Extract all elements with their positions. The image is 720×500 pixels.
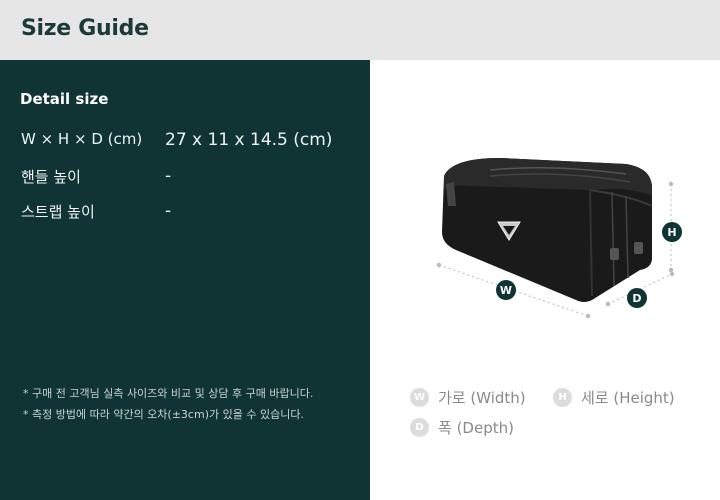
spec-value-handle-height: - xyxy=(165,166,172,186)
pouch-illustration xyxy=(442,158,653,302)
legend-label-height: 세로 (Height) xyxy=(581,389,675,407)
purchase-note: * 구매 전 고객님 실측 사이즈와 비교 및 상담 후 구매 바랍니다. xyxy=(23,387,314,400)
legend-badge-width: W xyxy=(410,388,429,407)
page-title: Size Guide xyxy=(21,16,149,41)
legend-label-depth: 폭 (Depth) xyxy=(438,419,514,437)
detail-size-heading: Detail size xyxy=(20,90,109,108)
detail-panel: Detail size W × H × D (cm) 27 x 11 x 14.… xyxy=(0,60,370,500)
height-badge: H xyxy=(662,222,682,242)
spec-label-strap-height: 스트랩 높이 xyxy=(21,203,95,221)
legend-badge-depth: D xyxy=(410,418,429,437)
legend-label-width: 가로 (Width) xyxy=(438,389,526,407)
width-badge: W xyxy=(496,280,516,300)
diagram-panel: W H D W 가로 (Width) H 세로 (Height) D 폭 (De… xyxy=(370,60,720,500)
depth-badge-label: D xyxy=(632,292,641,305)
depth-badge: D xyxy=(627,288,647,308)
spec-label-dimensions: W × H × D (cm) xyxy=(21,130,143,148)
legend-badge-height: H xyxy=(553,388,572,407)
spec-label-handle-height: 핸들 높이 xyxy=(21,168,81,186)
height-badge-label: H xyxy=(667,226,676,239)
width-badge-label: W xyxy=(500,284,512,297)
page-header: Size Guide xyxy=(0,0,720,60)
pouch-diagram: W H D xyxy=(436,158,682,319)
measurement-note: * 측정 방법에 따라 약간의 오차(±3cm)가 있을 수 있습니다. xyxy=(23,408,304,421)
spec-value-strap-height: - xyxy=(165,201,172,221)
spec-value-dimensions: 27 x 11 x 14.5 (cm) xyxy=(165,130,333,150)
